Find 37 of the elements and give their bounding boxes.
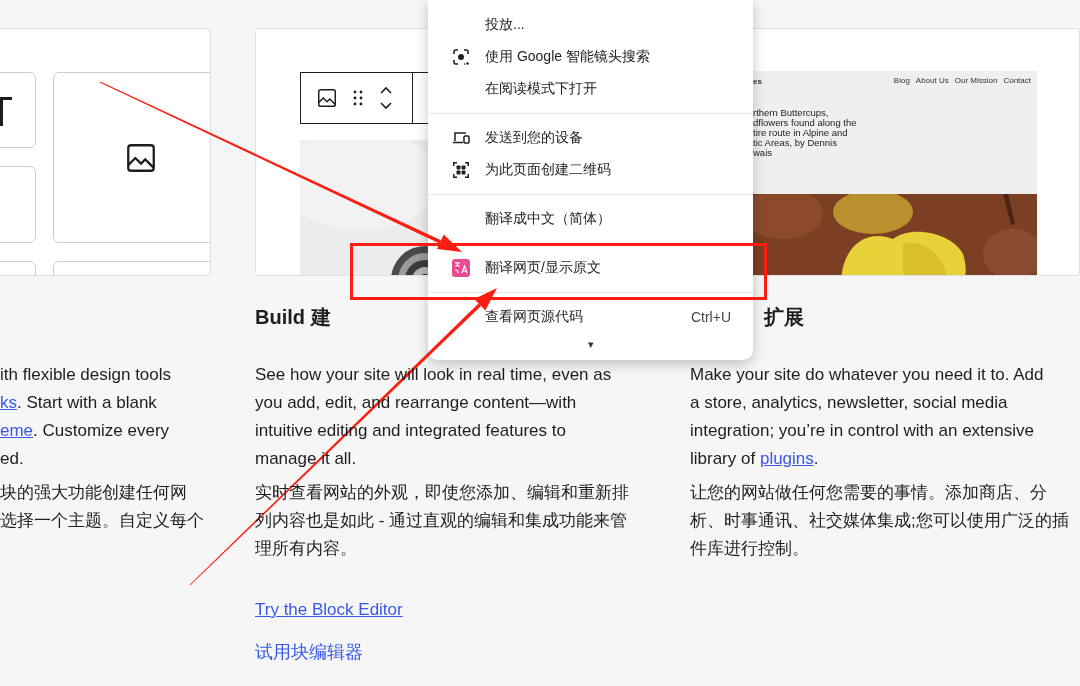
menu-item[interactable]: 发送到您的设备	[428, 122, 753, 154]
block-tile[interactable]	[0, 72, 36, 148]
devices-icon	[452, 129, 470, 147]
section-heading: 扩展	[764, 305, 804, 330]
paragraph: 让您的网站做任何您需要的事情。添加商店、分 析、时事通讯、社交媒体集成;您可以使用广泛的插 件库进行控制。	[690, 482, 1069, 560]
menu-item[interactable]: 使用 Google 智能镜头搜索	[428, 41, 753, 73]
text-link[interactable]: plugins	[759, 449, 814, 468]
nav-link[interactable]: Blog	[893, 76, 910, 85]
drag-handle-icon[interactable]	[352, 89, 364, 107]
menu-item[interactable]: 查看网页源代码 Ctrl+U	[428, 301, 753, 333]
text-link[interactable]: ks	[0, 393, 17, 412]
paragraph: 块的强大功能创建任何网 选择一个主题。自定义每个	[0, 482, 204, 532]
post-title: rthern Buttercups, dflowers found along the tire route in Alpine and tic Areas, by Dennis wais	[753, 108, 857, 158]
paragraph: Make your site do whatever you need it to. Add a store, analytics, newsletter, social media integration; you’re in control with an extensive library of plugins.	[690, 364, 1044, 470]
nav-link[interactable]: Contact	[1003, 76, 1031, 85]
more-items-caret[interactable]: ▾	[428, 333, 753, 355]
block-tile[interactable]	[0, 166, 36, 243]
block-tile[interactable]	[53, 72, 210, 243]
menu-item[interactable]: 翻译成中文（简体）	[428, 203, 753, 235]
shortcut-label: Ctrl+U	[690, 309, 731, 325]
paragraph: ith flexible design tools ks. Start with a blank eme. Customize every ed.	[0, 364, 172, 470]
menu-item[interactable]: 投放...	[428, 9, 753, 41]
menu-item[interactable]: 翻译网页/显示原文	[428, 252, 753, 284]
menu-item[interactable]: 为此页面创建二维码	[428, 154, 753, 186]
translate-icon	[452, 259, 470, 277]
camera-search-icon	[452, 48, 470, 66]
nav-link[interactable]: Our Mission	[954, 76, 998, 85]
menu-item[interactable]: 在阅读模式下打开	[428, 73, 753, 105]
text-link[interactable]: Try the Block Editor	[255, 596, 403, 624]
move-up-down-icon[interactable]	[378, 85, 394, 111]
text-link[interactable]: eme	[0, 421, 34, 440]
qr-code-icon	[452, 161, 470, 179]
text-link[interactable]: 试用块编辑器	[255, 638, 363, 666]
section-heading: Build 建	[255, 305, 331, 330]
nav-link[interactable]: About Us	[915, 76, 949, 85]
image-icon	[316, 87, 338, 109]
site-logo: es	[753, 77, 762, 86]
